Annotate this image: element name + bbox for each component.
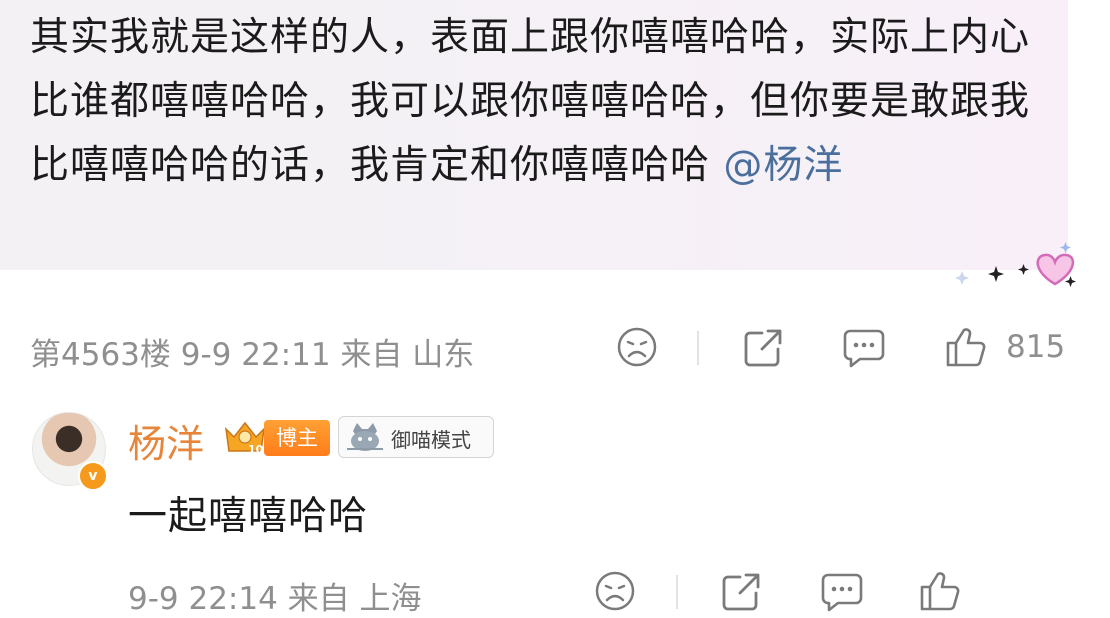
divider [697,331,699,365]
sparkle-heart-icon [955,242,1076,287]
mode-tag[interactable]: 御喵模式 [338,416,494,458]
divider [676,575,678,609]
share-icon[interactable] [720,571,762,613]
comment-bubble: 其实我就是这样的人，表面上跟你嘻嘻哈哈，实际上内心比谁都嘻嘻哈哈，我可以跟你嘻嘻… [0,0,1068,270]
mode-label: 御喵模式 [391,428,471,452]
sad-face-icon[interactable] [616,326,658,368]
crown-icon: 10 [224,421,266,456]
thumbs-up-icon[interactable] [918,569,962,613]
comment-meta: 第4563楼 9-9 22:11 来自 山东 [30,337,475,373]
comment-body: 其实我就是这样的人，表面上跟你嘻嘻哈哈，实际上内心比谁都嘻嘻哈哈，我可以跟你嘻嘻… [30,15,1031,188]
mention-link[interactable]: @杨洋 [723,143,843,188]
blogger-tag: 博主 [264,420,330,456]
sad-face-icon[interactable] [594,570,636,612]
reply-username[interactable]: 杨洋 [128,413,204,468]
verified-icon: v [78,461,108,491]
reply-text: 一起嘻嘻哈哈 [128,494,369,539]
cat-icon [347,423,383,451]
comment-icon[interactable] [820,571,864,613]
like-count: 815 [1006,329,1066,365]
reply-meta-row: 9-9 22:14 来自 上海 [128,566,1108,618]
comment-text: 其实我就是这样的人，表面上跟你嘻嘻哈哈，实际上内心比谁都嘻嘻哈哈，我可以跟你嘻嘻… [30,6,1030,198]
comment-meta-row: 第4563楼 9-9 22:11 来自 山东 815 [30,322,1090,374]
share-icon[interactable] [742,327,784,369]
thumbs-up-icon[interactable] [944,325,988,369]
comment-icon[interactable] [842,327,886,369]
reply-meta: 9-9 22:14 来自 上海 [128,581,422,617]
crown-level: 10 [248,443,264,456]
